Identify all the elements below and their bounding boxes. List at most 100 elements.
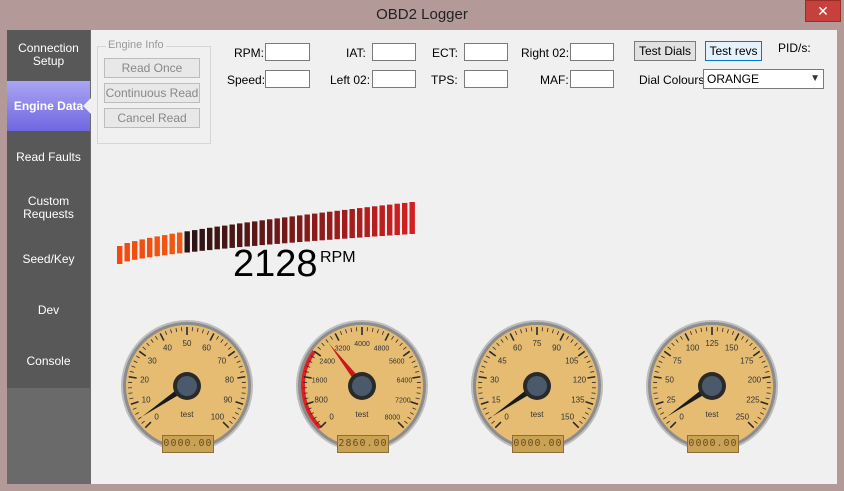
sidebar-item-engine-data[interactable]: Engine Data — [7, 81, 91, 131]
iat-field[interactable] — [372, 43, 416, 61]
rpm-bar-segment — [312, 213, 318, 241]
gauge-tick-label: 3200 — [335, 346, 351, 353]
rpm-bar-segment — [334, 210, 340, 240]
close-button[interactable]: ✕ — [805, 0, 841, 22]
window-title: OBD2 Logger — [376, 6, 468, 23]
odometer-1: 0000.00 — [162, 435, 214, 453]
gauge-tick-label: 50 — [183, 339, 192, 348]
iat-label: IAT: — [346, 46, 366, 60]
gauge-hub-cap — [352, 376, 372, 396]
rpm-bar-segment — [402, 202, 408, 235]
read-once-button[interactable]: Read Once — [104, 58, 200, 78]
rpm-bar-segment — [184, 231, 190, 253]
sidebar: Connection Setup Engine Data Read Faults… — [7, 30, 91, 484]
gauge-tick-label: 0 — [679, 412, 684, 421]
sidebar-item-console[interactable]: Console — [7, 336, 90, 386]
gauge-tick — [303, 392, 308, 394]
maf-label: MAF: — [540, 73, 569, 87]
test-revs-button[interactable]: Test revs — [705, 41, 762, 61]
right-o2-label: Right 02: — [521, 46, 570, 60]
gauge-tick-label: 8000 — [385, 414, 401, 421]
left-o2-label: Left 02: — [330, 73, 371, 87]
gauge-tick-label: 125 — [705, 339, 719, 348]
gauge-tick-label: 25 — [667, 395, 676, 404]
gauge-unit-label: test — [181, 410, 195, 419]
gauge-tick-label: 200 — [748, 375, 762, 384]
gauge-tick-label: 70 — [217, 357, 226, 366]
maf-field[interactable] — [570, 70, 614, 88]
gauge-tick-label: 135 — [571, 395, 585, 404]
speed-field[interactable] — [265, 70, 310, 88]
gauge-unit-label: test — [706, 410, 720, 419]
engine-info-title: Engine Info — [106, 39, 166, 51]
gauge-tick-label: 15 — [492, 395, 501, 404]
gauge-tick-label: 60 — [202, 344, 211, 353]
rpm-bar-segment — [319, 212, 325, 241]
rpm-bar-segment — [207, 227, 213, 251]
sidebar-item-seed-key[interactable]: Seed/Key — [7, 234, 90, 284]
rpm-bar-segment — [357, 208, 363, 238]
rpm-bar-segment — [139, 239, 145, 259]
chevron-down-icon: ▼ — [810, 73, 820, 84]
gauge-tick-label: 0 — [154, 412, 159, 421]
sidebar-item-dev[interactable]: Dev — [7, 285, 90, 335]
gauge-tick-label: 75 — [533, 339, 542, 348]
gauge-tick-label: 100 — [211, 412, 225, 421]
dial-colours-value: ORANGE — [707, 72, 760, 86]
gauge-tick-label: 0 — [504, 412, 509, 421]
rpm-bar-segment — [192, 230, 198, 252]
gauge-tick-label: 105 — [565, 357, 579, 366]
rpm-field[interactable] — [265, 43, 310, 61]
gauge-tick-label: 75 — [673, 357, 682, 366]
rpm-bar-segment — [342, 209, 348, 239]
gauge-tick — [128, 392, 133, 394]
gauge-tick-label: 250 — [736, 412, 750, 421]
engine-data-panel: Engine Info Read Once Continuous Read Ca… — [91, 30, 837, 484]
sidebar-item-custom-requests[interactable]: Custom Requests — [7, 183, 90, 233]
ect-field[interactable] — [464, 43, 508, 61]
gauge-tick — [478, 392, 483, 394]
rpm-bar-segment — [394, 203, 400, 235]
rpm-bar-segment — [222, 225, 228, 249]
right-o2-field[interactable] — [570, 43, 614, 61]
dial-colours-label: Dial Colours: — [639, 73, 708, 87]
rpm-bar-segment — [379, 205, 385, 236]
continuous-read-button[interactable]: Continuous Read — [104, 83, 200, 103]
nav-column: Connection Setup Engine Data Read Faults… — [7, 30, 91, 388]
gauge-tick — [653, 392, 658, 394]
rpm-bar-segment — [147, 237, 153, 258]
title-bar: OBD2 Logger ✕ — [0, 0, 844, 30]
gauge-tick-label: 10 — [142, 395, 151, 404]
gauge-tick-label: 175 — [740, 357, 754, 366]
gauge-tick-label: 6400 — [397, 377, 413, 384]
rpm-unit: RPM — [320, 249, 356, 266]
left-o2-field[interactable] — [372, 70, 416, 88]
rpm-bar-segment — [364, 207, 370, 237]
rpm-bar-segment — [117, 246, 123, 264]
gauge-hub-cap — [702, 376, 722, 396]
rpm-bar-segment — [289, 216, 295, 243]
cancel-read-button[interactable]: Cancel Read — [104, 108, 200, 128]
gauge-tick-label: 1600 — [312, 377, 328, 384]
tps-field[interactable] — [464, 70, 508, 88]
gauge-tick-label: 4800 — [374, 346, 390, 353]
rpm-bar-segment — [267, 219, 273, 245]
rpm-bar-segment — [282, 217, 288, 244]
gauge-tick — [766, 392, 771, 394]
test-dials-button[interactable]: Test Dials — [634, 41, 696, 61]
gauge-tick-label: 225 — [746, 395, 760, 404]
pids-label: PID/s: — [778, 41, 811, 55]
gauge-tick-label: 5600 — [389, 359, 405, 366]
gauge-tick-label: 150 — [561, 412, 575, 421]
gauge-tick-label: 80 — [225, 375, 234, 384]
gauge-tick-label: 30 — [148, 357, 157, 366]
sidebar-item-read-faults[interactable]: Read Faults — [7, 132, 90, 182]
gauge-tick-label: 90 — [223, 395, 232, 404]
gauge-tick — [591, 392, 596, 394]
sidebar-item-connection-setup[interactable]: Connection Setup — [7, 30, 90, 80]
gauge-tick-label: 20 — [140, 375, 149, 384]
rpm-bar-segment — [214, 226, 220, 250]
dial-colours-select[interactable]: ORANGE ▼ — [703, 69, 824, 89]
gauge-tick-label: 7200 — [395, 397, 411, 404]
gauge-tick-label: 100 — [686, 344, 700, 353]
